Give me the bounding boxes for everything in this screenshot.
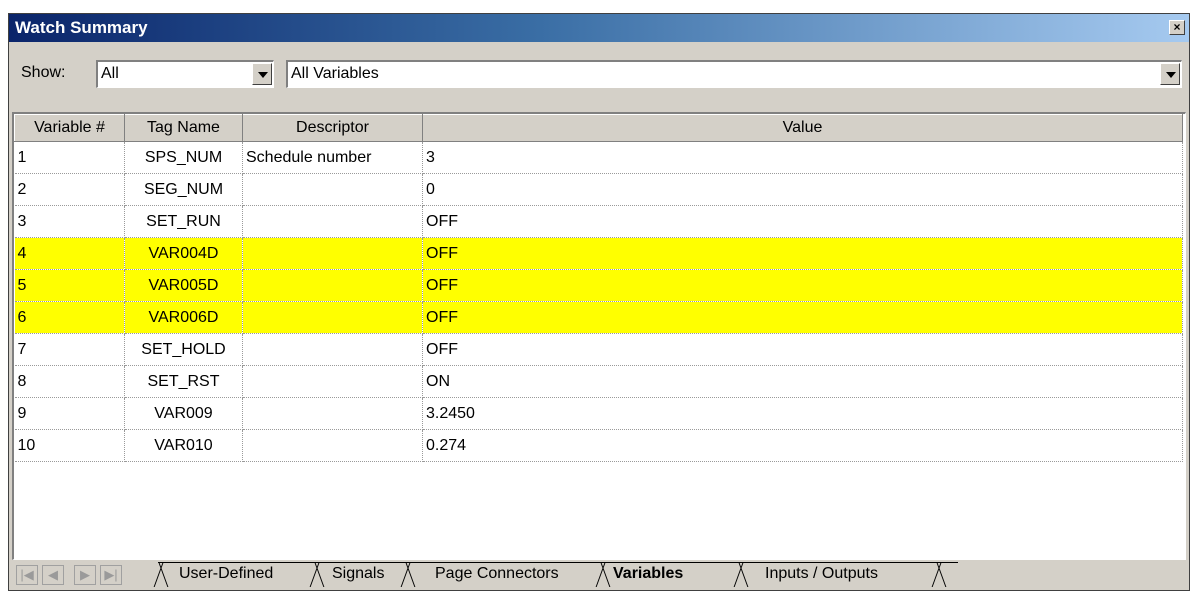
variable-scope-dropdown[interactable]: All Variables bbox=[286, 60, 1182, 88]
chevron-down-icon[interactable] bbox=[1160, 63, 1180, 85]
first-icon: |◀ bbox=[20, 567, 34, 582]
close-icon: × bbox=[1173, 20, 1181, 34]
next-tab-button[interactable]: ▶ bbox=[74, 565, 96, 585]
column-header-tag-name[interactable]: Tag Name bbox=[124, 114, 243, 142]
last-icon: ▶| bbox=[104, 567, 118, 582]
cell-descriptor[interactable] bbox=[242, 397, 423, 430]
tab-separator bbox=[734, 563, 748, 587]
tab-separator bbox=[596, 563, 610, 587]
cell-descriptor[interactable] bbox=[242, 173, 423, 206]
cell-value[interactable]: OFF bbox=[422, 205, 1183, 238]
cell-tag-name[interactable]: VAR010 bbox=[124, 429, 243, 462]
cell-descriptor[interactable] bbox=[242, 429, 423, 462]
cell-descriptor[interactable] bbox=[242, 205, 423, 238]
cell-variable-number[interactable]: 1 bbox=[14, 141, 125, 174]
tab-separator bbox=[932, 563, 946, 587]
tab-separator bbox=[310, 563, 324, 587]
table-row[interactable]: 8 SET_RST ON bbox=[14, 365, 1183, 398]
window-title: Watch Summary bbox=[15, 18, 148, 37]
last-tab-button[interactable]: ▶| bbox=[100, 565, 122, 585]
tab-user-defined[interactable]: User-Defined bbox=[179, 562, 273, 586]
table-row[interactable]: 6 VAR006D OFF bbox=[14, 301, 1183, 334]
watch-summary-window: Watch Summary × Show: All All Variables … bbox=[8, 13, 1190, 591]
cell-variable-number[interactable]: 5 bbox=[14, 269, 125, 302]
cell-variable-number[interactable]: 6 bbox=[14, 301, 125, 334]
table-row[interactable]: 9 VAR009 3.2450 bbox=[14, 397, 1183, 430]
cell-descriptor[interactable] bbox=[242, 365, 423, 398]
variables-table: Variable # Tag Name Descriptor Value 1 SP… bbox=[14, 114, 1183, 462]
cell-value[interactable]: 0.274 bbox=[422, 429, 1183, 462]
show-dropdown[interactable]: All bbox=[96, 60, 274, 88]
cell-value[interactable]: 3 bbox=[422, 141, 1183, 174]
tab-separator bbox=[401, 563, 415, 587]
prev-icon: ◀ bbox=[48, 567, 58, 582]
cell-variable-number[interactable]: 2 bbox=[14, 173, 125, 206]
show-value: All bbox=[101, 65, 119, 82]
next-icon: ▶ bbox=[80, 567, 90, 582]
cell-tag-name[interactable]: VAR009 bbox=[124, 397, 243, 430]
tab-page-connectors[interactable]: Page Connectors bbox=[435, 562, 559, 586]
first-tab-button[interactable]: |◀ bbox=[16, 565, 38, 585]
chevron-down-icon[interactable] bbox=[252, 63, 272, 85]
table-row[interactable]: 5 VAR005D OFF bbox=[14, 269, 1183, 302]
cell-tag-name[interactable]: VAR005D bbox=[124, 269, 243, 302]
cell-descriptor[interactable] bbox=[242, 237, 423, 270]
cell-variable-number[interactable]: 9 bbox=[14, 397, 125, 430]
table-row[interactable]: 10 VAR010 0.274 bbox=[14, 429, 1183, 462]
cell-tag-name[interactable]: SEG_NUM bbox=[124, 173, 243, 206]
tab-signals[interactable]: Signals bbox=[332, 562, 384, 586]
cell-descriptor[interactable] bbox=[242, 269, 423, 302]
table-row[interactable]: 7 SET_HOLD OFF bbox=[14, 333, 1183, 366]
column-header-descriptor[interactable]: Descriptor bbox=[242, 114, 423, 142]
title-bar[interactable]: Watch Summary × bbox=[9, 14, 1189, 42]
scope-value: All Variables bbox=[291, 65, 379, 82]
cell-variable-number[interactable]: 8 bbox=[14, 365, 125, 398]
tab-inputs-outputs[interactable]: Inputs / Outputs bbox=[765, 562, 878, 586]
cell-value[interactable]: OFF bbox=[422, 333, 1183, 366]
column-header-value[interactable]: Value bbox=[422, 114, 1183, 142]
table-row[interactable]: 4 VAR004D OFF bbox=[14, 237, 1183, 270]
previous-tab-button[interactable]: ◀ bbox=[42, 565, 64, 585]
column-header-variable-number[interactable]: Variable # bbox=[14, 114, 125, 142]
cell-tag-name[interactable]: SET_RST bbox=[124, 365, 243, 398]
cell-descriptor[interactable]: Schedule number bbox=[242, 141, 423, 174]
cell-tag-name[interactable]: SET_HOLD bbox=[124, 333, 243, 366]
cell-tag-name[interactable]: VAR004D bbox=[124, 237, 243, 270]
cell-descriptor[interactable] bbox=[242, 333, 423, 366]
cell-value[interactable]: OFF bbox=[422, 301, 1183, 334]
cell-variable-number[interactable]: 4 bbox=[14, 237, 125, 270]
cell-value[interactable]: OFF bbox=[422, 237, 1183, 270]
close-button[interactable]: × bbox=[1169, 20, 1185, 35]
table-row[interactable]: 1 SPS_NUM Schedule number 3 bbox=[14, 141, 1183, 174]
cell-value[interactable]: 0 bbox=[422, 173, 1183, 206]
cell-variable-number[interactable]: 7 bbox=[14, 333, 125, 366]
tab-variables[interactable]: Variables bbox=[613, 562, 683, 586]
cell-descriptor[interactable] bbox=[242, 301, 423, 334]
cell-tag-name[interactable]: VAR006D bbox=[124, 301, 243, 334]
cell-tag-name[interactable]: SPS_NUM bbox=[124, 141, 243, 174]
table-row[interactable]: 3 SET_RUN OFF bbox=[14, 205, 1183, 238]
cell-tag-name[interactable]: SET_RUN bbox=[124, 205, 243, 238]
sheet-tab-strip: |◀ ◀ ▶ ▶| User-Defined Signals Page Conn… bbox=[12, 562, 1186, 589]
watch-grid[interactable]: Variable # Tag Name Descriptor Value 1 SP… bbox=[12, 112, 1186, 560]
cell-value[interactable]: ON bbox=[422, 365, 1183, 398]
show-label: Show: bbox=[21, 64, 66, 81]
cell-variable-number[interactable]: 10 bbox=[14, 429, 125, 462]
cell-value[interactable]: 3.2450 bbox=[422, 397, 1183, 430]
cell-variable-number[interactable]: 3 bbox=[14, 205, 125, 238]
cell-value[interactable]: OFF bbox=[422, 269, 1183, 302]
table-header-row: Variable # Tag Name Descriptor Value bbox=[14, 114, 1183, 142]
tab-separator bbox=[154, 563, 168, 587]
table-row[interactable]: 2 SEG_NUM 0 bbox=[14, 173, 1183, 206]
